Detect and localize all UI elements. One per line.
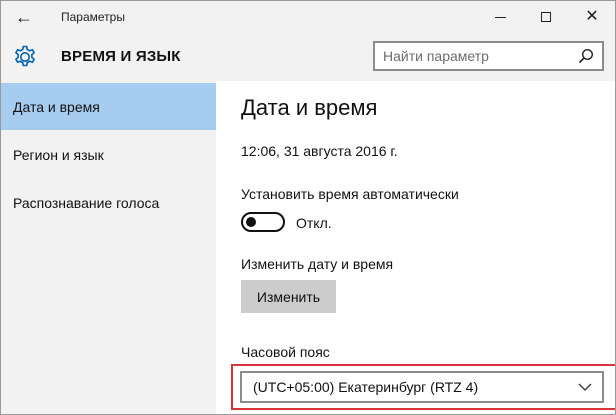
chevron-down-icon [578, 383, 592, 391]
sidebar-item-speech[interactable]: Распознавание голоса [1, 179, 216, 226]
section-title: ВРЕМЯ И ЯЗЫК [61, 48, 181, 65]
page-title: Дата и время [241, 95, 378, 120]
window-title: Параметры [61, 10, 125, 24]
change-datetime-label: Изменить дату и время [241, 256, 394, 272]
timezone-dropdown[interactable]: (UTC+05:00) Екатеринбург (RTZ 4) [240, 371, 604, 403]
maximize-icon [541, 12, 551, 22]
sidebar-item-region-language[interactable]: Регион и язык [1, 131, 216, 178]
auto-time-state: Откл. [296, 215, 332, 231]
current-datetime: 12:06, 31 августа 2016 г. [241, 143, 398, 159]
minimize-icon [494, 16, 506, 18]
toggle-knob [246, 217, 256, 227]
back-arrow-icon: ← [15, 6, 33, 27]
maximize-button[interactable] [523, 1, 569, 33]
close-icon: ✕ [585, 8, 599, 25]
sidebar-item-label: Распознавание голоса [13, 194, 160, 211]
search-box[interactable] [373, 41, 604, 71]
back-button[interactable]: ← [1, 1, 47, 33]
change-datetime-button[interactable]: Изменить [241, 280, 336, 313]
main-content: Дата и время 12:06, 31 августа 2016 г. У… [216, 81, 615, 414]
sidebar-item-date-time[interactable]: Дата и время [1, 83, 216, 130]
settings-header: ВРЕМЯ И ЯЗЫК [1, 33, 615, 81]
search-input[interactable] [383, 47, 563, 65]
gear-icon [14, 45, 36, 67]
timezone-label: Часовой пояс [241, 344, 330, 360]
sidebar-item-label: Дата и время [13, 98, 100, 115]
timezone-value: (UTC+05:00) Екатеринбург (RTZ 4) [253, 379, 479, 395]
settings-window: ← Параметры ✕ ВРЕМЯ И ЯЗЫК Найти парамет… [0, 0, 616, 415]
auto-time-toggle[interactable] [241, 212, 285, 232]
close-button[interactable]: ✕ [569, 1, 615, 33]
search-icon[interactable] [578, 48, 594, 64]
auto-time-label: Установить время автоматически [241, 186, 459, 202]
minimize-button[interactable] [477, 1, 523, 33]
title-bar: ← Параметры ✕ [1, 1, 615, 33]
sidebar-item-label: Регион и язык [13, 146, 104, 163]
sidebar: Дата и время Регион и язык Распознавание… [1, 81, 216, 414]
